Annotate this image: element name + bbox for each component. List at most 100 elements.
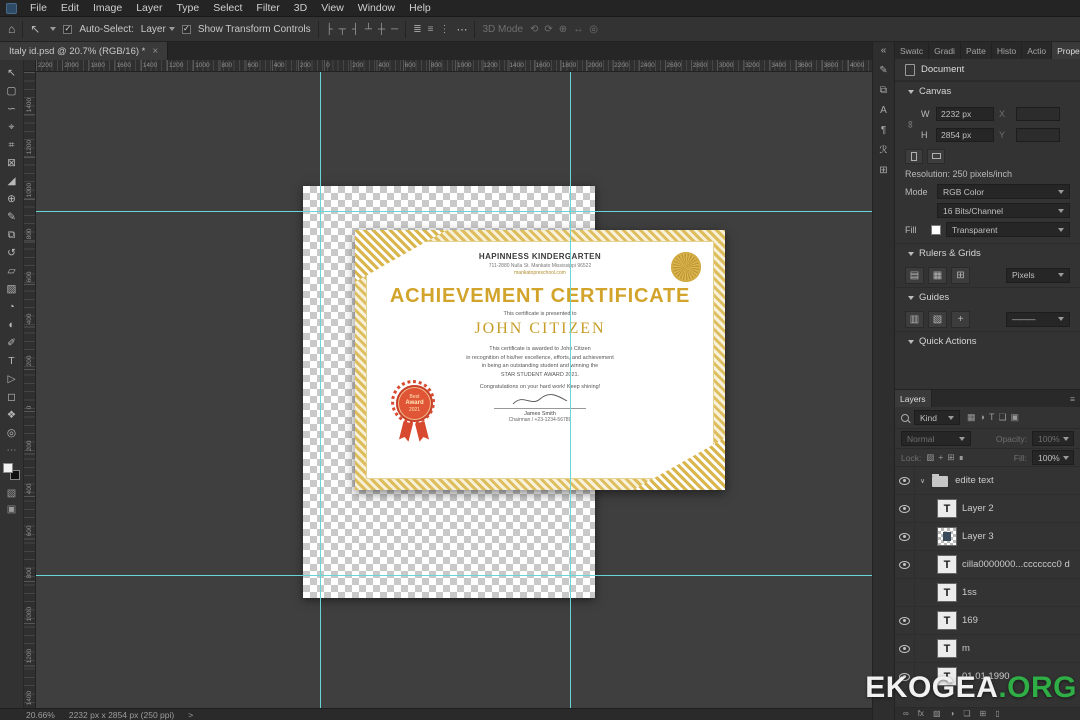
layer-thumbnail[interactable]: T bbox=[937, 639, 957, 658]
bit-depth-select[interactable]: 16 Bits/Channel bbox=[937, 203, 1070, 218]
layer-thumbnail[interactable] bbox=[937, 527, 957, 546]
layer-visibility-cell[interactable] bbox=[895, 579, 915, 606]
tool-button[interactable]: ✎ bbox=[1, 208, 23, 226]
lock-icon[interactable]: + bbox=[938, 452, 943, 463]
panel-strip-icon[interactable]: « bbox=[881, 45, 887, 56]
show-transform-checkbox[interactable] bbox=[181, 24, 191, 34]
layer-name[interactable]: Layer 2 bbox=[962, 503, 994, 514]
foreground-color-swatch[interactable] bbox=[3, 463, 13, 473]
panel-tab[interactable]: Gradi bbox=[929, 42, 961, 59]
layer-row[interactable]: T Layer 2 bbox=[895, 495, 1080, 523]
rulers-grids-button[interactable]: ▤ bbox=[905, 266, 924, 284]
eye-icon[interactable] bbox=[899, 644, 910, 653]
layer-thumbnail[interactable]: T bbox=[937, 555, 957, 574]
align-icon[interactable]: ├ bbox=[326, 24, 333, 35]
tool-button[interactable]: ◎ bbox=[1, 424, 23, 442]
layers-bottom-icon[interactable]: ❏ bbox=[963, 710, 970, 718]
3d-mode-icon[interactable]: ◎ bbox=[589, 24, 598, 35]
panel-menu-icon[interactable]: ≡ bbox=[1065, 390, 1080, 407]
lock-icon[interactable]: ▨ bbox=[926, 452, 934, 463]
tab-properties[interactable]: Properties bbox=[1052, 42, 1080, 59]
tool-button[interactable]: ▱ bbox=[1, 262, 23, 280]
tool-button[interactable]: ◔ bbox=[1, 298, 23, 316]
menu-item[interactable]: File bbox=[23, 0, 54, 17]
3d-mode-icon[interactable]: ⟲ bbox=[530, 24, 538, 35]
tool-button[interactable]: ⧉ bbox=[1, 226, 23, 244]
layer-visibility-cell[interactable] bbox=[895, 551, 915, 578]
align-icon[interactable]: ┴ bbox=[365, 24, 372, 35]
height-field[interactable]: 2854 px bbox=[936, 127, 994, 142]
panel-tab[interactable]: Patte bbox=[961, 42, 992, 59]
3d-mode-icon[interactable]: ↔ bbox=[573, 24, 583, 35]
layer-name[interactable]: m bbox=[962, 643, 970, 654]
layer-name[interactable]: 169 bbox=[962, 615, 978, 626]
layer-filter-icon[interactable]: ▦ bbox=[967, 412, 976, 423]
guides-button[interactable]: ▥ bbox=[905, 310, 924, 328]
layer-name[interactable]: edite text bbox=[955, 475, 994, 486]
distribute-icon[interactable]: ≡ bbox=[428, 24, 434, 35]
tool-button[interactable]: ↖ bbox=[1, 64, 23, 82]
close-icon[interactable]: × bbox=[152, 46, 158, 57]
width-field[interactable]: 2232 px bbox=[936, 106, 994, 121]
layer-visibility-cell[interactable] bbox=[895, 467, 915, 494]
tool-button[interactable]: ◻ bbox=[1, 388, 23, 406]
menu-item[interactable]: View bbox=[314, 0, 351, 17]
certificate-layer[interactable]: Best Award 2021 HAPINNESS KINDERGARTEN 7… bbox=[355, 230, 725, 490]
ruler-corner[interactable] bbox=[24, 60, 36, 72]
tool-button[interactable]: ❖ bbox=[1, 406, 23, 424]
ruler-vertical[interactable]: 1400 1200 1000 800 600 400 200 0 200 400 600 800 100… bbox=[24, 72, 36, 708]
menu-item[interactable]: Type bbox=[169, 0, 206, 17]
canvas-section-header[interactable]: Canvas bbox=[895, 81, 1080, 101]
layer-filter-icon[interactable]: ❏ bbox=[998, 412, 1006, 423]
rulers-grids-button[interactable]: ▦ bbox=[928, 266, 947, 284]
tab-layers[interactable]: Layers bbox=[895, 390, 932, 407]
layers-bottom-icon[interactable]: ▧ bbox=[933, 710, 941, 718]
ruler-horizontal[interactable]: 2200 2000 1800 1600 1400 1200 1000 800 600 400 200… bbox=[36, 60, 872, 72]
distribute-icon[interactable]: ⋮ bbox=[439, 24, 449, 35]
auto-select-dropdown[interactable]: Layer bbox=[141, 24, 175, 35]
menu-item[interactable]: Filter bbox=[249, 0, 286, 17]
menu-item[interactable]: Help bbox=[402, 0, 438, 17]
layer-filter-icon[interactable]: ▣ bbox=[1011, 412, 1020, 423]
tool-button[interactable]: ↺ bbox=[1, 244, 23, 262]
blend-mode-select[interactable]: Normal bbox=[901, 431, 971, 446]
layers-bottom-icon[interactable]: ◑ bbox=[950, 710, 955, 718]
menu-item[interactable]: Select bbox=[206, 0, 249, 17]
layer-row[interactable]: T 169 bbox=[895, 607, 1080, 635]
layer-name[interactable]: Layer 3 bbox=[962, 531, 994, 542]
quick-mask-icon[interactable]: ▧ bbox=[1, 485, 23, 501]
panel-strip-icon[interactable]: ⧉ bbox=[880, 85, 887, 96]
eye-icon[interactable] bbox=[899, 560, 910, 569]
layer-name[interactable]: cilla0000000...ccccccc0 d bbox=[962, 559, 1070, 570]
layer-row[interactable]: Layer 3 bbox=[895, 523, 1080, 551]
panel-tab[interactable]: Swatc bbox=[895, 42, 930, 59]
distribute-icon[interactable]: ≣ bbox=[413, 24, 421, 35]
align-icon[interactable]: ┬ bbox=[339, 24, 346, 35]
menu-item[interactable]: Window bbox=[351, 0, 402, 17]
tool-button[interactable]: ⌖ bbox=[1, 118, 23, 136]
rulers-grids-button[interactable]: ⊞ bbox=[951, 266, 970, 284]
layer-visibility-cell[interactable] bbox=[895, 523, 915, 550]
layer-visibility-cell[interactable] bbox=[895, 635, 915, 662]
3d-mode-icon[interactable]: ⟳ bbox=[544, 24, 552, 35]
more-options-icon[interactable]: ⋯ bbox=[456, 23, 467, 36]
layers-bottom-icon[interactable]: ⊞ bbox=[980, 710, 987, 718]
layer-thumbnail[interactable] bbox=[932, 474, 949, 487]
layer-thumbnail[interactable]: T bbox=[937, 611, 957, 630]
align-icon[interactable]: ┤ bbox=[352, 24, 359, 35]
panel-tab[interactable]: Histo bbox=[992, 42, 1023, 59]
fill-select[interactable]: Transparent bbox=[946, 222, 1070, 237]
tool-button[interactable]: ▨ bbox=[1, 280, 23, 298]
landscape-orientation-button[interactable] bbox=[927, 148, 945, 164]
layer-filter-kind-select[interactable]: Kind bbox=[914, 410, 960, 425]
tool-button[interactable]: ◢ bbox=[1, 172, 23, 190]
guides-section-header[interactable]: Guides bbox=[895, 287, 1080, 307]
document-tab[interactable]: Italy id.psd @ 20.7% (RGB/16) * × bbox=[0, 42, 169, 60]
tool-button[interactable]: ▢ bbox=[1, 82, 23, 100]
eye-icon[interactable] bbox=[899, 589, 910, 597]
link-dimensions-icon[interactable]: ∞ bbox=[905, 119, 916, 129]
zoom-level[interactable]: 20.66% bbox=[26, 710, 55, 720]
panel-strip-icon[interactable]: ✎ bbox=[879, 65, 887, 76]
panel-strip-icon[interactable]: ⊞ bbox=[879, 165, 887, 176]
tool-button[interactable]: ∽ bbox=[1, 100, 23, 118]
